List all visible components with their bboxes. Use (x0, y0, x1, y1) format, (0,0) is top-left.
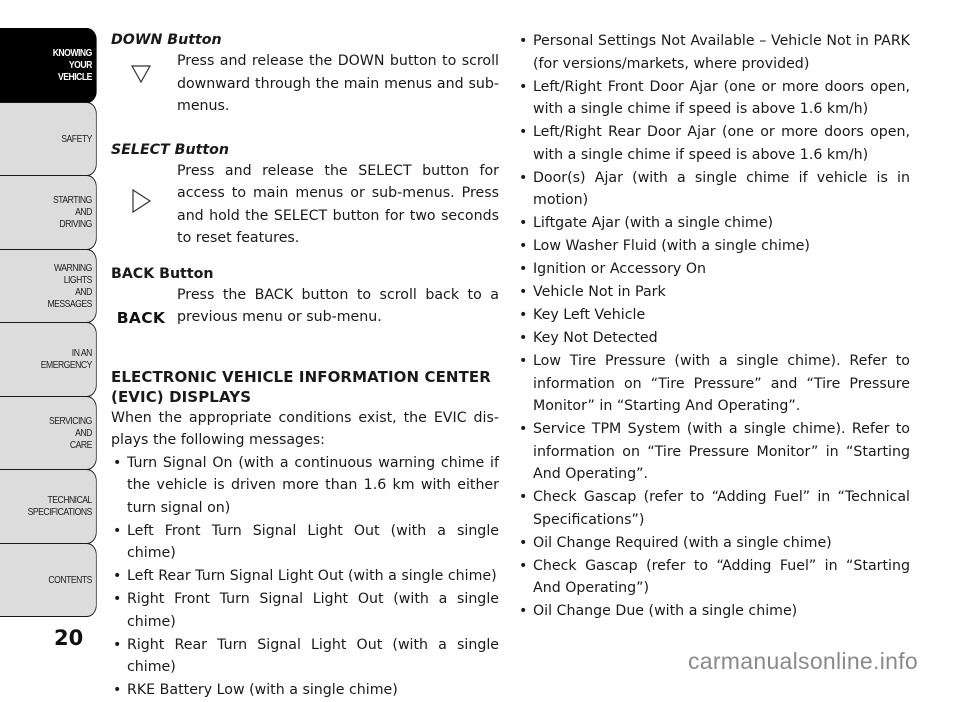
list-item: Service TPM System (with a single chime)… (517, 418, 910, 486)
tab-label: STARTING AND DRIVING (53, 194, 92, 231)
tab-servicing-and-care[interactable]: SERVICING AND CARE (0, 395, 97, 470)
list-item: Key Not Detected (517, 327, 910, 350)
right-message-list: Personal Settings Not Available – Vehicl… (517, 30, 910, 623)
list-item: Left/Right Rear Door Ajar (one or more d… (517, 121, 910, 166)
tab-label: SAFETY (61, 132, 92, 145)
list-item: Right Front Turn Signal Light Out (with … (111, 588, 499, 633)
select-button-description-block: Press and release the SELECT button for … (111, 160, 499, 250)
list-item: Personal Settings Not Available – Vehicl… (517, 30, 910, 75)
list-item: Vehicle Not in Park (517, 281, 910, 304)
tab-starting-and-driving[interactable]: STARTING AND DRIVING (0, 175, 97, 250)
down-triangle-icon (111, 50, 171, 84)
left-message-list: Turn Signal On (with a continuous warnin… (111, 452, 499, 702)
tab-label: WARNING LIGHTS AND MESSAGES (47, 261, 92, 310)
tab-label: SERVICING AND CARE (49, 414, 92, 451)
tab-contents[interactable]: CONTENTS (0, 542, 97, 617)
right-column: Personal Settings Not Available – Vehicl… (517, 30, 910, 623)
watermark: carmanualsonline.info (687, 648, 918, 674)
down-button-description-block: Press and release the DOWN button to scr… (111, 50, 499, 118)
tab-label: CONTENTS (48, 573, 92, 586)
select-button-title: SELECT Button (111, 141, 229, 158)
chapter-tabs: KNOWING YOUR VEHICLE SAFETY STARTING AND… (0, 28, 98, 617)
select-button-description: Press and release the SELECT button for … (177, 162, 499, 247)
tab-in-an-emergency[interactable]: IN AN EMERGENCY (0, 322, 97, 397)
list-item: Key Left Vehicle (517, 304, 910, 327)
tab-technical-specifications[interactable]: TECHNICAL SPECIFICATIONS (0, 469, 97, 544)
page-number: 20 (54, 626, 84, 650)
tab-label: KNOWING YOUR VEHICLE (52, 47, 93, 84)
list-item: Oil Change Due (with a single chime) (517, 600, 910, 623)
tab-label: IN AN EMERGENCY (40, 347, 93, 372)
left-column: DOWN Button Press and release the DOWN b… (111, 30, 499, 702)
section-intro: When the appropriate conditions exist, t… (111, 409, 499, 449)
down-button-description: Press and release the DOWN button to scr… (177, 53, 499, 114)
list-item: Low Tire Pressure (with a single chime).… (517, 350, 910, 418)
down-button-title: DOWN Button (111, 32, 222, 48)
list-item: RKE Battery Low (with a single chime) (111, 679, 499, 702)
select-button-section: SELECT Button Press and release the SELE… (111, 140, 499, 250)
list-item: Turn Signal On (with a continuous warnin… (111, 452, 499, 520)
list-item: Low Washer Fluid (with a single chime) (517, 235, 910, 258)
tab-safety[interactable]: SAFETY (0, 101, 97, 176)
back-label-icon: BACK (116, 308, 166, 327)
section-heading: ELECTRONIC VEHICLE INFORMATION CENTER (E… (111, 367, 491, 406)
list-item: Right Rear Turn Signal Light Out (with a… (111, 634, 499, 679)
list-item: Left/Right Front Door Ajar (one or more … (517, 76, 910, 121)
list-item: Oil Change Required (with a single chime… (517, 532, 910, 555)
tab-knowing-your-vehicle[interactable]: KNOWING YOUR VEHICLE (0, 28, 97, 103)
list-item: Left Rear Turn Signal Light Out (with a … (111, 565, 499, 588)
right-triangle-icon (111, 160, 171, 214)
list-item: Door(s) Ajar (with a single chime if veh… (517, 167, 910, 212)
list-item: Check Gascap (refer to “Adding Fuel” in … (517, 555, 910, 600)
tab-warning-lights-and-messages[interactable]: WARNING LIGHTS AND MESSAGES (0, 248, 97, 323)
back-button-description-block: BACK Press the BACK button to scroll bac… (111, 284, 499, 329)
down-button-section: DOWN Button Press and release the DOWN b… (111, 30, 499, 118)
back-button-title: BACK Button (111, 265, 214, 282)
back-button-description: Press the BACK button to scroll back to … (177, 286, 499, 326)
list-item: Check Gascap (refer to “Adding Fuel” in … (517, 486, 910, 531)
tab-label: TECHNICAL SPECIFICATIONS (27, 494, 93, 519)
list-item: Liftgate Ajar (with a single chime) (517, 212, 910, 235)
list-item: Ignition or Accessory On (517, 258, 910, 281)
list-item: Left Front Turn Signal Light Out (with a… (111, 520, 499, 565)
back-button-section: BACK Button BACK Press the BACK button t… (111, 264, 499, 329)
